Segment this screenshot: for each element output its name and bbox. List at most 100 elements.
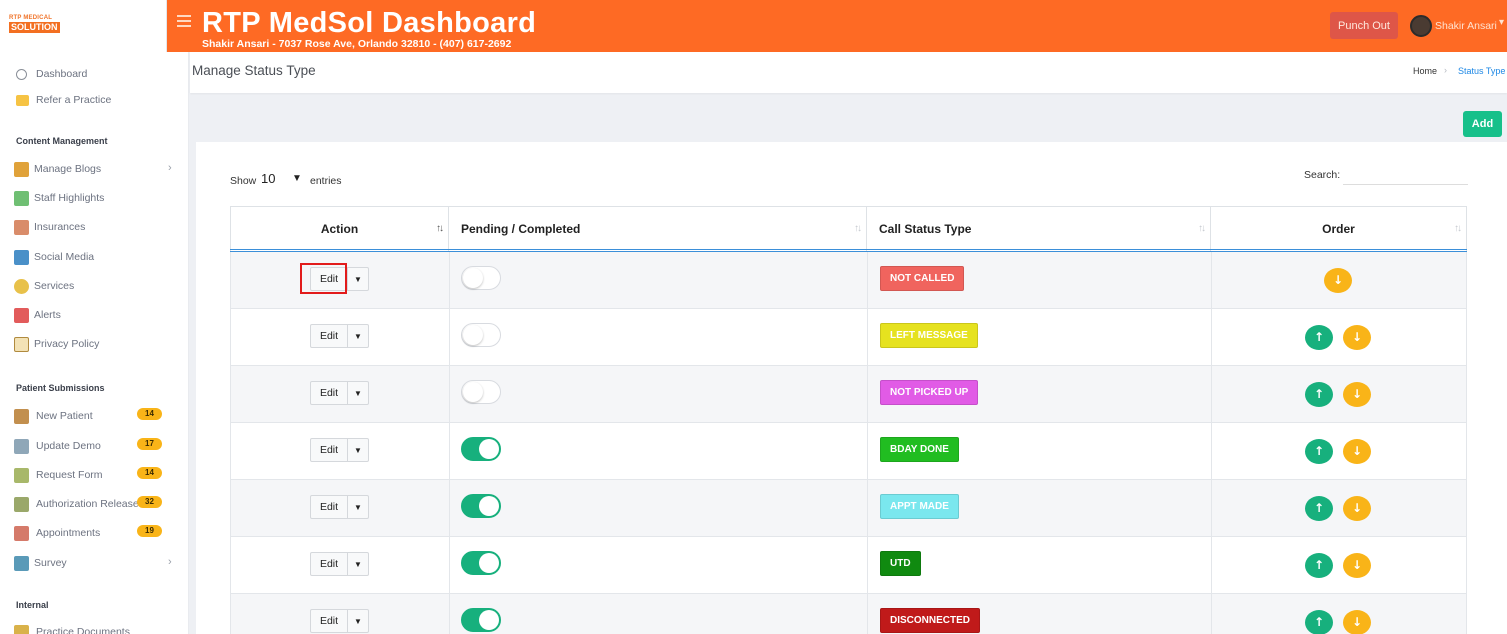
move-up-icon[interactable]: ↑ [1305, 439, 1333, 464]
count-badge: 19 [137, 525, 162, 537]
move-up-icon[interactable]: ↑ [1305, 325, 1333, 350]
cell-divider [867, 537, 868, 594]
sidebar-item-refer-a-practice[interactable]: Refer a Practice [14, 90, 111, 110]
pending-completed-toggle[interactable] [461, 437, 501, 461]
edit-dropdown-toggle[interactable]: ▼ [348, 552, 369, 576]
move-down-icon[interactable]: ↓ [1343, 610, 1371, 634]
envelope-icon [16, 94, 29, 106]
sidebar-item-new-patient[interactable]: New Patient [14, 406, 93, 426]
search-input[interactable] [1343, 166, 1468, 185]
move-down-icon[interactable]: ↓ [1343, 382, 1371, 407]
sort-icon[interactable]: ↑↓ [1198, 223, 1206, 234]
cell-divider [230, 309, 231, 366]
sidebar-item-staff-highlights[interactable]: Staff Highlights [14, 188, 104, 208]
sidebar-item-privacy-policy[interactable]: Privacy Policy [14, 334, 99, 354]
sidebar-item-label: Practice Documents [36, 626, 130, 634]
form-icon [14, 467, 29, 483]
sidebar-item-label: Services [34, 280, 75, 292]
cell-divider [1466, 423, 1467, 480]
move-up-icon[interactable]: ↑ [1305, 382, 1333, 407]
column-header-call-status-type[interactable]: Call Status Type ↑↓ [867, 206, 1211, 251]
avatar[interactable] [1410, 15, 1432, 37]
edit-button[interactable]: Edit [310, 324, 348, 348]
sidebar-item-manage-blogs[interactable]: Manage Blogs [14, 159, 101, 179]
edit-button[interactable]: Edit [310, 495, 348, 519]
sidebar-item-label: Appointments [36, 527, 101, 539]
pending-completed-toggle[interactable] [461, 551, 501, 575]
pending-completed-toggle[interactable] [461, 323, 501, 347]
edit-dropdown-toggle[interactable]: ▼ [348, 495, 369, 519]
page-size-select[interactable]: 10 [261, 171, 275, 186]
cell-divider [1466, 366, 1467, 423]
sidebar-item-authorization-release[interactable]: Authorization Release [14, 494, 139, 514]
toggle-knob [479, 439, 499, 459]
move-down-icon[interactable]: ↓ [1343, 325, 1371, 350]
sidebar-item-request-form[interactable]: Request Form [14, 465, 103, 485]
sidebar-item-appointments[interactable]: Appointments [14, 523, 100, 543]
page-header: Manage Status Type Home › Status Type [190, 52, 1507, 93]
status-badge: DISCONNECTED [880, 608, 981, 633]
column-header-action[interactable]: Action ↑↓ [230, 206, 449, 251]
sort-icon[interactable]: ↑↓ [436, 223, 444, 234]
menu-toggle-icon[interactable] [177, 15, 191, 27]
sidebar-item-label: Update Demo [36, 440, 101, 452]
pending-completed-toggle[interactable] [461, 494, 501, 518]
move-down-icon[interactable]: ↓ [1343, 496, 1371, 521]
cell-divider [1466, 252, 1467, 309]
cell-divider [449, 537, 450, 594]
sort-icon[interactable]: ↑↓ [1454, 223, 1462, 234]
breadcrumb-home[interactable]: Home [1413, 66, 1437, 76]
move-down-icon[interactable]: ↓ [1343, 553, 1371, 578]
edit-dropdown-toggle[interactable]: ▼ [348, 267, 369, 291]
move-up-icon[interactable]: ↑ [1305, 610, 1333, 634]
sidebar-item-label: Survey [34, 557, 67, 569]
section-heading-internal: Internal [16, 600, 49, 610]
sidebar-item-social-media[interactable]: Social Media [14, 247, 94, 267]
sidebar-item-dashboard[interactable]: Dashboard [14, 64, 87, 84]
move-down-icon[interactable]: ↓ [1324, 268, 1352, 293]
toggle-knob [463, 268, 483, 288]
table-row: Edit ▼ LEFT MESSAGE ↑ ↓ [230, 309, 1467, 366]
edit-button[interactable]: Edit [310, 552, 348, 576]
cell-divider [449, 423, 450, 480]
chevron-right-icon[interactable]: › [168, 556, 172, 568]
move-up-icon[interactable]: ↑ [1305, 553, 1333, 578]
column-header-pending-completed[interactable]: Pending / Completed ↑↓ [449, 206, 867, 251]
pending-completed-toggle[interactable] [461, 266, 501, 290]
sidebar: Dashboard Refer a Practice Content Manag… [0, 52, 189, 634]
cell-divider [449, 480, 450, 537]
edit-dropdown-toggle[interactable]: ▼ [348, 609, 369, 633]
edit-button[interactable]: Edit [310, 609, 348, 633]
chevron-down-icon[interactable]: ▼ [292, 173, 302, 184]
chevron-down-icon[interactable]: ▾ [1499, 17, 1504, 28]
chevron-right-icon[interactable]: › [168, 162, 172, 174]
pending-completed-toggle[interactable] [461, 608, 501, 632]
pending-completed-toggle[interactable] [461, 380, 501, 404]
edit-button-group: Edit ▼ [310, 381, 369, 405]
sidebar-item-update-demo[interactable]: Update Demo [14, 436, 101, 456]
edit-dropdown-toggle[interactable]: ▼ [348, 324, 369, 348]
toggle-knob [479, 553, 499, 573]
sidebar-item-survey[interactable]: Survey [14, 553, 67, 573]
cell-divider [867, 366, 868, 423]
move-up-icon[interactable]: ↑ [1305, 496, 1333, 521]
add-button[interactable]: Add [1463, 111, 1502, 137]
document-icon [14, 624, 29, 634]
sidebar-item-practice-documents[interactable]: Practice Documents [14, 622, 130, 634]
edit-dropdown-toggle[interactable]: ▼ [348, 381, 369, 405]
sidebar-item-services[interactable]: Services [14, 276, 74, 296]
section-heading-patient: Patient Submissions [16, 383, 105, 393]
move-down-icon[interactable]: ↓ [1343, 439, 1371, 464]
edit-dropdown-toggle[interactable]: ▼ [348, 438, 369, 462]
logo[interactable]: RTP MEDICAL SOLUTION [0, 0, 167, 52]
table-row: Edit ▼ NOT PICKED UP ↑ ↓ [230, 366, 1467, 423]
sidebar-item-insurances[interactable]: Insurances [14, 217, 85, 237]
edit-button[interactable]: Edit [310, 381, 348, 405]
insurance-icon [14, 219, 29, 235]
sidebar-item-alerts[interactable]: Alerts [14, 305, 61, 325]
sort-icon[interactable]: ↑↓ [854, 223, 862, 234]
edit-button[interactable]: Edit [310, 438, 348, 462]
column-header-order[interactable]: Order ↑↓ [1211, 206, 1467, 251]
user-name[interactable]: Shakir Ansari [1435, 20, 1497, 32]
punch-out-button[interactable]: Punch Out [1330, 12, 1398, 39]
